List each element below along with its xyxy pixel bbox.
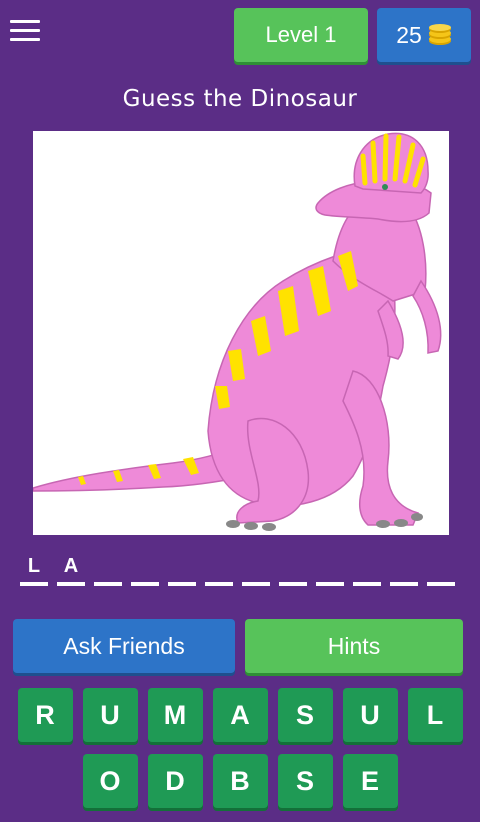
letter-row-2: O D B S E [0, 754, 480, 808]
answer-slot[interactable] [94, 552, 122, 586]
letter-key[interactable]: B [212, 754, 268, 808]
letter-row-1: R U M A S U L [0, 688, 480, 742]
answer-slot[interactable]: L [20, 552, 48, 586]
answer-slot[interactable] [131, 552, 159, 586]
page-title: Guess the Dinosaur [122, 86, 358, 112]
ask-friends-label: Ask Friends [63, 632, 185, 659]
letter-key[interactable]: S [277, 688, 333, 742]
answer-slot[interactable] [242, 552, 270, 586]
coin-stack-icon [428, 24, 451, 45]
letter-key[interactable]: U [342, 688, 398, 742]
letter-key[interactable]: D [147, 754, 203, 808]
letter-key[interactable]: U [82, 688, 138, 742]
letter-key[interactable]: L [407, 688, 463, 742]
answer-slot[interactable] [168, 552, 196, 586]
answer-slot[interactable] [390, 552, 418, 586]
letter-key[interactable]: A [212, 688, 268, 742]
answer-slot[interactable] [316, 552, 344, 586]
level-button[interactable]: Level 1 [234, 8, 368, 62]
answer-slot[interactable] [205, 552, 233, 586]
top-bar: Level 1 25 [0, 0, 480, 66]
coin-count: 25 [396, 21, 422, 48]
answer-slot[interactable] [353, 552, 381, 586]
level-label: Level 1 [265, 22, 337, 47]
answer-slot[interactable] [279, 552, 307, 586]
hints-button[interactable]: Hints [245, 619, 463, 673]
letter-key[interactable]: S [277, 754, 333, 808]
answer-slot[interactable] [427, 552, 455, 586]
letter-key[interactable]: O [82, 754, 138, 808]
answer-slots: L A [20, 552, 462, 588]
hints-label: Hints [327, 632, 381, 659]
dinosaur-picture [33, 131, 449, 535]
letter-key[interactable]: M [147, 688, 203, 742]
dinosaur-illustration [33, 132, 442, 531]
coins-button[interactable]: 25 [377, 8, 471, 62]
ask-friends-button[interactable]: Ask Friends [13, 619, 235, 673]
menu-icon[interactable] [10, 20, 40, 46]
answer-slot[interactable]: A [57, 552, 85, 586]
letter-key[interactable]: E [342, 754, 398, 808]
letter-key[interactable]: R [17, 688, 73, 742]
